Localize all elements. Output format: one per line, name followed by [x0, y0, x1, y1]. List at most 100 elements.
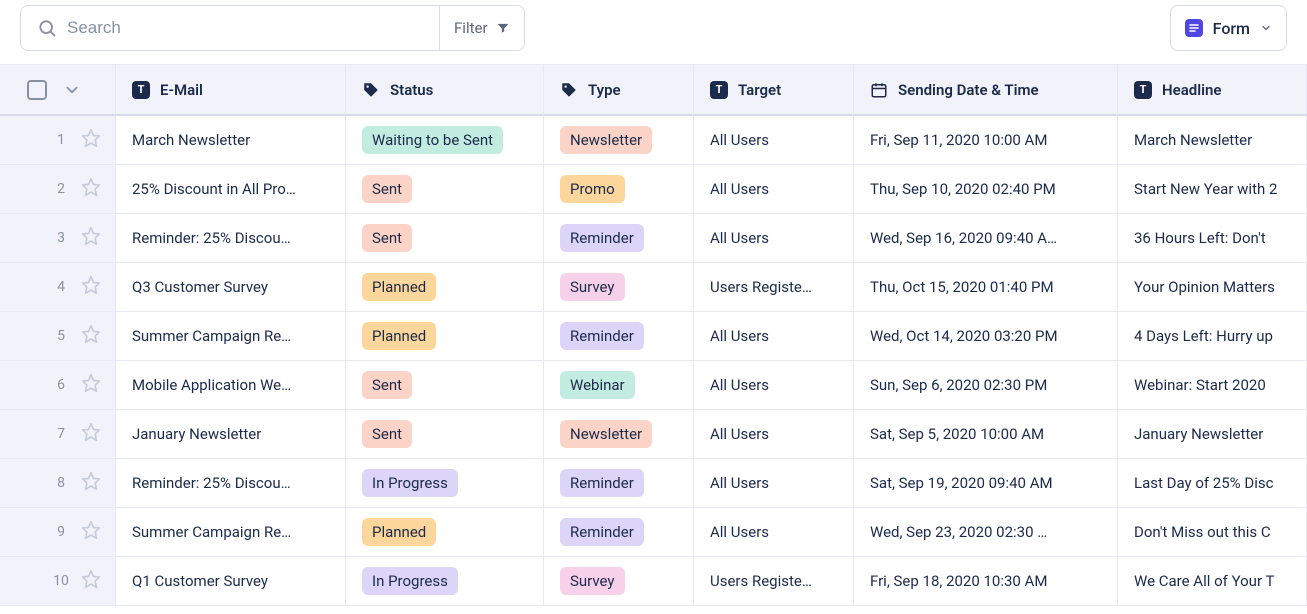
cell-email[interactable]: Summer Campaign Re… [116, 508, 346, 557]
cell-date[interactable]: Thu, Sep 10, 2020 02:40 PM [854, 165, 1118, 214]
cell-email[interactable]: March Newsletter [116, 116, 346, 165]
row-number: 3 [49, 230, 73, 246]
row-number: 1 [49, 132, 73, 148]
star-icon[interactable] [81, 422, 101, 446]
cell-status[interactable]: Sent [346, 410, 544, 459]
cell-date[interactable]: Sat, Sep 5, 2020 10:00 AM [854, 410, 1118, 459]
cell-target[interactable]: All Users [694, 312, 854, 361]
cell-target[interactable]: All Users [694, 214, 854, 263]
table-row[interactable]: 6Mobile Application We…SentWebinarAll Us… [0, 361, 1307, 410]
cell-date[interactable]: Thu, Oct 15, 2020 01:40 PM [854, 263, 1118, 312]
cell-headline[interactable]: Last Day of 25% Disc [1118, 459, 1307, 508]
form-view-button[interactable]: Form [1170, 5, 1287, 51]
star-icon[interactable] [81, 520, 101, 544]
cell-date[interactable]: Sun, Sep 6, 2020 02:30 PM [854, 361, 1118, 410]
table-row[interactable]: 9 Summer Campaign Re…Planned Reminder All U… [0, 508, 1307, 557]
cell-headline[interactable]: Your Opinion Matters [1118, 263, 1307, 312]
cell-date[interactable]: Fri, Sep 18, 2020 10:30 AM [854, 557, 1118, 606]
select-all-checkbox[interactable] [27, 80, 47, 100]
cell-email[interactable]: Mobile Application We… [116, 361, 346, 410]
cell-headline[interactable]: January Newsletter [1118, 410, 1307, 459]
cell-target[interactable]: All Users [694, 116, 854, 165]
cell-headline[interactable]: Start New Year with 2 [1118, 165, 1307, 214]
column-header-date[interactable]: Sending Date & Time [854, 64, 1118, 116]
cell-status[interactable]: Sent [346, 361, 544, 410]
cell-headline[interactable]: 36 Hours Left: Don't [1118, 214, 1307, 263]
cell-type[interactable]: Reminder [544, 459, 694, 508]
cell-headline[interactable]: March Newsletter [1118, 116, 1307, 165]
search-input[interactable] [67, 18, 423, 38]
table-row[interactable]: 5Summer Campaign Re…PlannedReminderAll U… [0, 312, 1307, 361]
cell-target[interactable]: All Users [694, 361, 854, 410]
cell-type[interactable]: Survey [544, 263, 694, 312]
cell-type[interactable]: Reminder [544, 508, 694, 557]
column-header-status[interactable]: Status [346, 64, 544, 116]
cell-target[interactable]: All Users [694, 459, 854, 508]
cell-email[interactable]: 25% Discount in All Pro… [116, 165, 346, 214]
cell-status[interactable]: Sent [346, 165, 544, 214]
search-box[interactable] [21, 6, 439, 50]
cell-type[interactable]: Webinar [544, 361, 694, 410]
cell-email[interactable]: Summer Campaign Re… [116, 312, 346, 361]
table-row[interactable]: 7January NewsletterSentNewsletterAll Use… [0, 410, 1307, 459]
cell-status[interactable]: Planned [346, 312, 544, 361]
cell-target[interactable]: All Users [694, 165, 854, 214]
table-row[interactable]: 10Q1 Customer SurveyIn ProgressSurveyUse… [0, 557, 1307, 606]
column-header-type[interactable]: Type [544, 64, 694, 116]
column-header-target[interactable]: T Target [694, 64, 854, 116]
star-icon[interactable] [81, 373, 101, 397]
type-badge: Reminder [560, 518, 644, 546]
cell-headline[interactable]: Don't Miss out this C [1118, 508, 1307, 557]
status-badge: Sent [362, 420, 412, 448]
expand-all-icon[interactable] [63, 81, 81, 99]
cell-type[interactable]: Reminder [544, 312, 694, 361]
star-icon[interactable] [81, 177, 101, 201]
cell-status[interactable]: In Progress [346, 557, 544, 606]
cell-email[interactable]: Q1 Customer Survey [116, 557, 346, 606]
cell-target[interactable]: All Users [694, 508, 854, 557]
cell-status[interactable]: Sent [346, 214, 544, 263]
cell-date[interactable]: Wed, Sep 16, 2020 09:40 A… [854, 214, 1118, 263]
cell-type[interactable]: Promo [544, 165, 694, 214]
cell-type[interactable]: Newsletter [544, 116, 694, 165]
cell-date[interactable]: Wed, Sep 23, 2020 02:30 … [854, 508, 1118, 557]
table-row[interactable]: 8Reminder: 25% Discou…In ProgressReminde… [0, 459, 1307, 508]
cell-status[interactable]: Planned [346, 508, 544, 557]
cell-headline[interactable]: We Care All of Your T [1118, 557, 1307, 606]
cell-date[interactable]: Sat, Sep 19, 2020 09:40 AM [854, 459, 1118, 508]
chevron-down-icon [1260, 22, 1272, 34]
cell-email[interactable]: Reminder: 25% Discou… [116, 214, 346, 263]
star-icon[interactable] [81, 569, 101, 593]
cell-type[interactable]: Survey [544, 557, 694, 606]
column-header-email[interactable]: T E-Mail [116, 64, 346, 116]
type-badge: Survey [560, 273, 625, 301]
cell-type[interactable]: Reminder [544, 214, 694, 263]
star-icon[interactable] [81, 275, 101, 299]
cell-type[interactable]: Newsletter [544, 410, 694, 459]
star-icon[interactable] [81, 324, 101, 348]
star-icon[interactable] [81, 226, 101, 250]
table-row[interactable]: 4Q3 Customer SurveyPlannedSurveyUsers Re… [0, 263, 1307, 312]
row-number: 9 [49, 524, 73, 540]
cell-date[interactable]: Wed, Oct 14, 2020 03:20 PM [854, 312, 1118, 361]
star-icon[interactable] [81, 128, 101, 152]
column-header-headline[interactable]: T Headline [1118, 64, 1307, 116]
cell-status[interactable]: Planned [346, 263, 544, 312]
cell-email[interactable]: Q3 Customer Survey [116, 263, 346, 312]
cell-headline[interactable]: Webinar: Start 2020 [1118, 361, 1307, 410]
cell-date[interactable]: Fri, Sep 11, 2020 10:00 AM [854, 116, 1118, 165]
table-row[interactable]: 1March NewsletterWaiting to be SentNewsl… [0, 116, 1307, 165]
cell-status[interactable]: In Progress [346, 459, 544, 508]
cell-status[interactable]: Waiting to be Sent [346, 116, 544, 165]
table-row[interactable]: 3 Reminder: 25% Discou…SentReminderAll Us… [0, 214, 1307, 263]
cell-target[interactable]: Users Registe… [694, 557, 854, 606]
cell-email[interactable]: Reminder: 25% Discou… [116, 459, 346, 508]
filter-button[interactable]: Filter [439, 6, 524, 50]
cell-target[interactable]: All Users [694, 410, 854, 459]
cell-headline[interactable]: 4 Days Left: Hurry up [1118, 312, 1307, 361]
table-row[interactable]: 225% Discount in All Pro…SentPromoAll Us… [0, 165, 1307, 214]
tag-icon [560, 81, 578, 99]
star-icon[interactable] [81, 471, 101, 495]
cell-email[interactable]: January Newsletter [116, 410, 346, 459]
cell-target[interactable]: Users Registe… [694, 263, 854, 312]
